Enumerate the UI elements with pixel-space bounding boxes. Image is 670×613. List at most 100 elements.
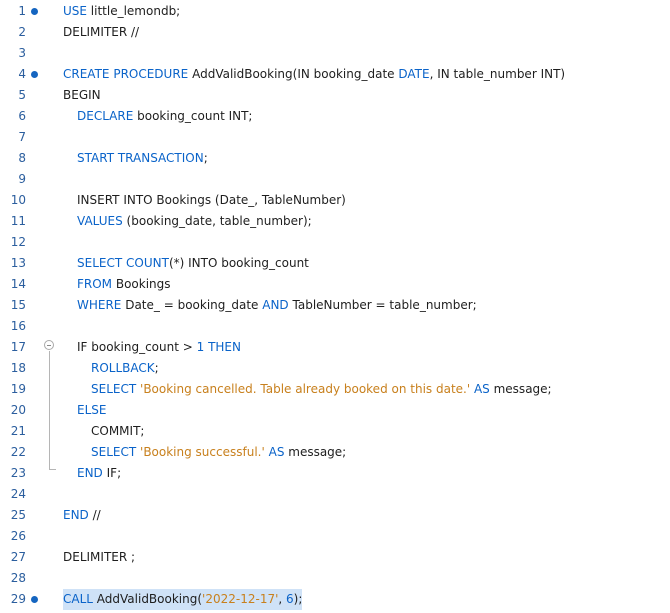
sql-keyword: SELECT bbox=[77, 256, 123, 270]
line-number: 28 bbox=[10, 571, 26, 585]
statement-marker-icon[interactable] bbox=[31, 8, 38, 15]
line-number: 21 bbox=[10, 424, 26, 438]
code-line[interactable]: 14 FROM Bookings bbox=[0, 274, 670, 295]
sql-text: IF booking_count > bbox=[77, 340, 197, 354]
line-number: 3 bbox=[18, 46, 26, 60]
code-text: INSERT INTO Bookings (Date_, TableNumber… bbox=[77, 190, 346, 211]
sql-keyword: THEN bbox=[208, 340, 241, 354]
code-line[interactable]: 2 DELIMITER // bbox=[0, 22, 670, 43]
sql-text: (*) INTO booking_count bbox=[168, 256, 309, 270]
sql-code-editor[interactable]: 1 USE little_lemondb; 2 DELIMITER // 3 4 CREAT… bbox=[0, 0, 670, 613]
sql-text: BEGIN bbox=[63, 88, 101, 102]
line-number: 1 bbox=[18, 4, 26, 18]
code-line[interactable]: 18 ROLLBACK; bbox=[0, 358, 670, 379]
sql-string: '2022-12-17' bbox=[202, 592, 279, 606]
code-line[interactable]: 23 END IF; bbox=[0, 463, 670, 484]
sql-keyword: USE bbox=[63, 4, 87, 18]
code-line[interactable]: 27 DELIMITER ; bbox=[0, 547, 670, 568]
code-text: VALUES (booking_date, table_number); bbox=[77, 211, 312, 232]
line-number: 29 bbox=[10, 592, 26, 606]
code-text: WHERE Date_ = booking_date AND TableNumb… bbox=[77, 295, 477, 316]
sql-keyword: START TRANSACTION bbox=[77, 151, 204, 165]
code-line[interactable]: 25 END // bbox=[0, 505, 670, 526]
code-line[interactable]: 26 bbox=[0, 526, 670, 547]
code-line[interactable]: 12 bbox=[0, 232, 670, 253]
line-number: 13 bbox=[10, 256, 26, 270]
code-line[interactable]: 29 CALL AddValidBooking('2022-12-17', 6); bbox=[0, 589, 670, 610]
code-text: START TRANSACTION; bbox=[77, 148, 208, 169]
code-line[interactable]: 4 CREATE PROCEDURE AddValidBooking(IN boo… bbox=[0, 64, 670, 85]
code-text: END // bbox=[63, 505, 101, 526]
code-text: SELECT COUNT(*) INTO booking_count bbox=[77, 253, 309, 274]
selected-code-text: CALL AddValidBooking('2022-12-17', 6); bbox=[63, 589, 303, 610]
code-line[interactable]: 11 VALUES (booking_date, table_number); bbox=[0, 211, 670, 232]
sql-number: 6 bbox=[286, 592, 294, 606]
line-number: 10 bbox=[10, 193, 26, 207]
code-text: USE little_lemondb; bbox=[63, 1, 180, 22]
sql-function: COUNT bbox=[126, 256, 169, 270]
sql-keyword: AND bbox=[262, 298, 289, 312]
sql-text: ; bbox=[203, 151, 208, 165]
sql-text: TableNumber = table_number; bbox=[288, 298, 477, 312]
code-line[interactable]: 17 IF booking_count > 1 THEN bbox=[0, 337, 670, 358]
line-number: 15 bbox=[10, 298, 26, 312]
sql-keyword: FROM bbox=[77, 277, 113, 291]
code-line[interactable]: 8 START TRANSACTION; bbox=[0, 148, 670, 169]
line-number: 8 bbox=[18, 151, 26, 165]
code-line[interactable]: 6 DECLARE booking_count INT; bbox=[0, 106, 670, 127]
sql-text: ; bbox=[154, 361, 159, 375]
line-number: 24 bbox=[10, 487, 26, 501]
sql-keyword: ELSE bbox=[77, 403, 107, 417]
code-line[interactable]: 5 BEGIN bbox=[0, 85, 670, 106]
line-number: 9 bbox=[18, 172, 26, 186]
sql-keyword: WHERE bbox=[77, 298, 122, 312]
line-number: 11 bbox=[10, 214, 26, 228]
code-line[interactable]: 10 INSERT INTO Bookings (Date_, TableNumb… bbox=[0, 190, 670, 211]
sql-keyword: CREATE bbox=[63, 67, 110, 81]
code-text: ELSE bbox=[77, 400, 106, 421]
sql-text: Bookings bbox=[112, 277, 171, 291]
line-number: 23 bbox=[10, 466, 26, 480]
code-text: DELIMITER // bbox=[63, 22, 139, 43]
code-line[interactable]: 22 SELECT 'Booking successful.' AS messag… bbox=[0, 442, 670, 463]
sql-string: 'Booking successful.' bbox=[140, 445, 265, 459]
code-line[interactable]: 19 SELECT 'Booking cancelled. Table alrea… bbox=[0, 379, 670, 400]
code-line[interactable]: 1 USE little_lemondb; bbox=[0, 1, 670, 22]
sql-keyword: AS bbox=[268, 445, 285, 459]
code-line[interactable]: 20 ELSE bbox=[0, 400, 670, 421]
sql-keyword: AS bbox=[473, 382, 490, 396]
code-line[interactable]: 7 bbox=[0, 127, 670, 148]
sql-text: Date_ = booking_date bbox=[121, 298, 263, 312]
sql-keyword: SELECT bbox=[91, 382, 137, 396]
sql-text: message; bbox=[284, 445, 347, 459]
sql-text: AddValidBooking( bbox=[92, 592, 203, 606]
line-number: 27 bbox=[10, 550, 26, 564]
statement-marker-icon[interactable] bbox=[31, 596, 38, 603]
line-number: 4 bbox=[18, 67, 26, 81]
code-line[interactable]: 24 bbox=[0, 484, 670, 505]
sql-text: , bbox=[278, 592, 287, 606]
line-number: 17 bbox=[10, 340, 26, 354]
code-text: SELECT 'Booking successful.' AS message; bbox=[91, 442, 346, 463]
code-line[interactable]: 16 bbox=[0, 316, 670, 337]
code-line[interactable]: 28 bbox=[0, 568, 670, 589]
code-line[interactable]: 13 SELECT COUNT(*) INTO booking_count bbox=[0, 253, 670, 274]
code-line[interactable]: 9 bbox=[0, 169, 670, 190]
code-line[interactable]: 15 WHERE Date_ = booking_date AND TableNu… bbox=[0, 295, 670, 316]
line-number: 18 bbox=[10, 361, 26, 375]
sql-keyword: DECLARE bbox=[77, 109, 134, 123]
line-number: 22 bbox=[10, 445, 26, 459]
sql-text: IF; bbox=[102, 466, 122, 480]
code-text: COMMIT; bbox=[91, 421, 144, 442]
line-number: 12 bbox=[10, 235, 26, 249]
sql-keyword: PROCEDURE bbox=[113, 67, 189, 81]
sql-text: DELIMITER ; bbox=[63, 550, 136, 564]
sql-keyword: SELECT bbox=[91, 445, 137, 459]
code-line[interactable]: 21 COMMIT; bbox=[0, 421, 670, 442]
line-number: 2 bbox=[18, 25, 26, 39]
code-text: IF booking_count > 1 THEN bbox=[77, 337, 241, 358]
sql-string: 'Booking cancelled. Table already booked… bbox=[140, 382, 471, 396]
code-line[interactable]: 3 bbox=[0, 43, 670, 64]
statement-marker-icon[interactable] bbox=[31, 71, 38, 78]
code-text: END IF; bbox=[77, 463, 121, 484]
